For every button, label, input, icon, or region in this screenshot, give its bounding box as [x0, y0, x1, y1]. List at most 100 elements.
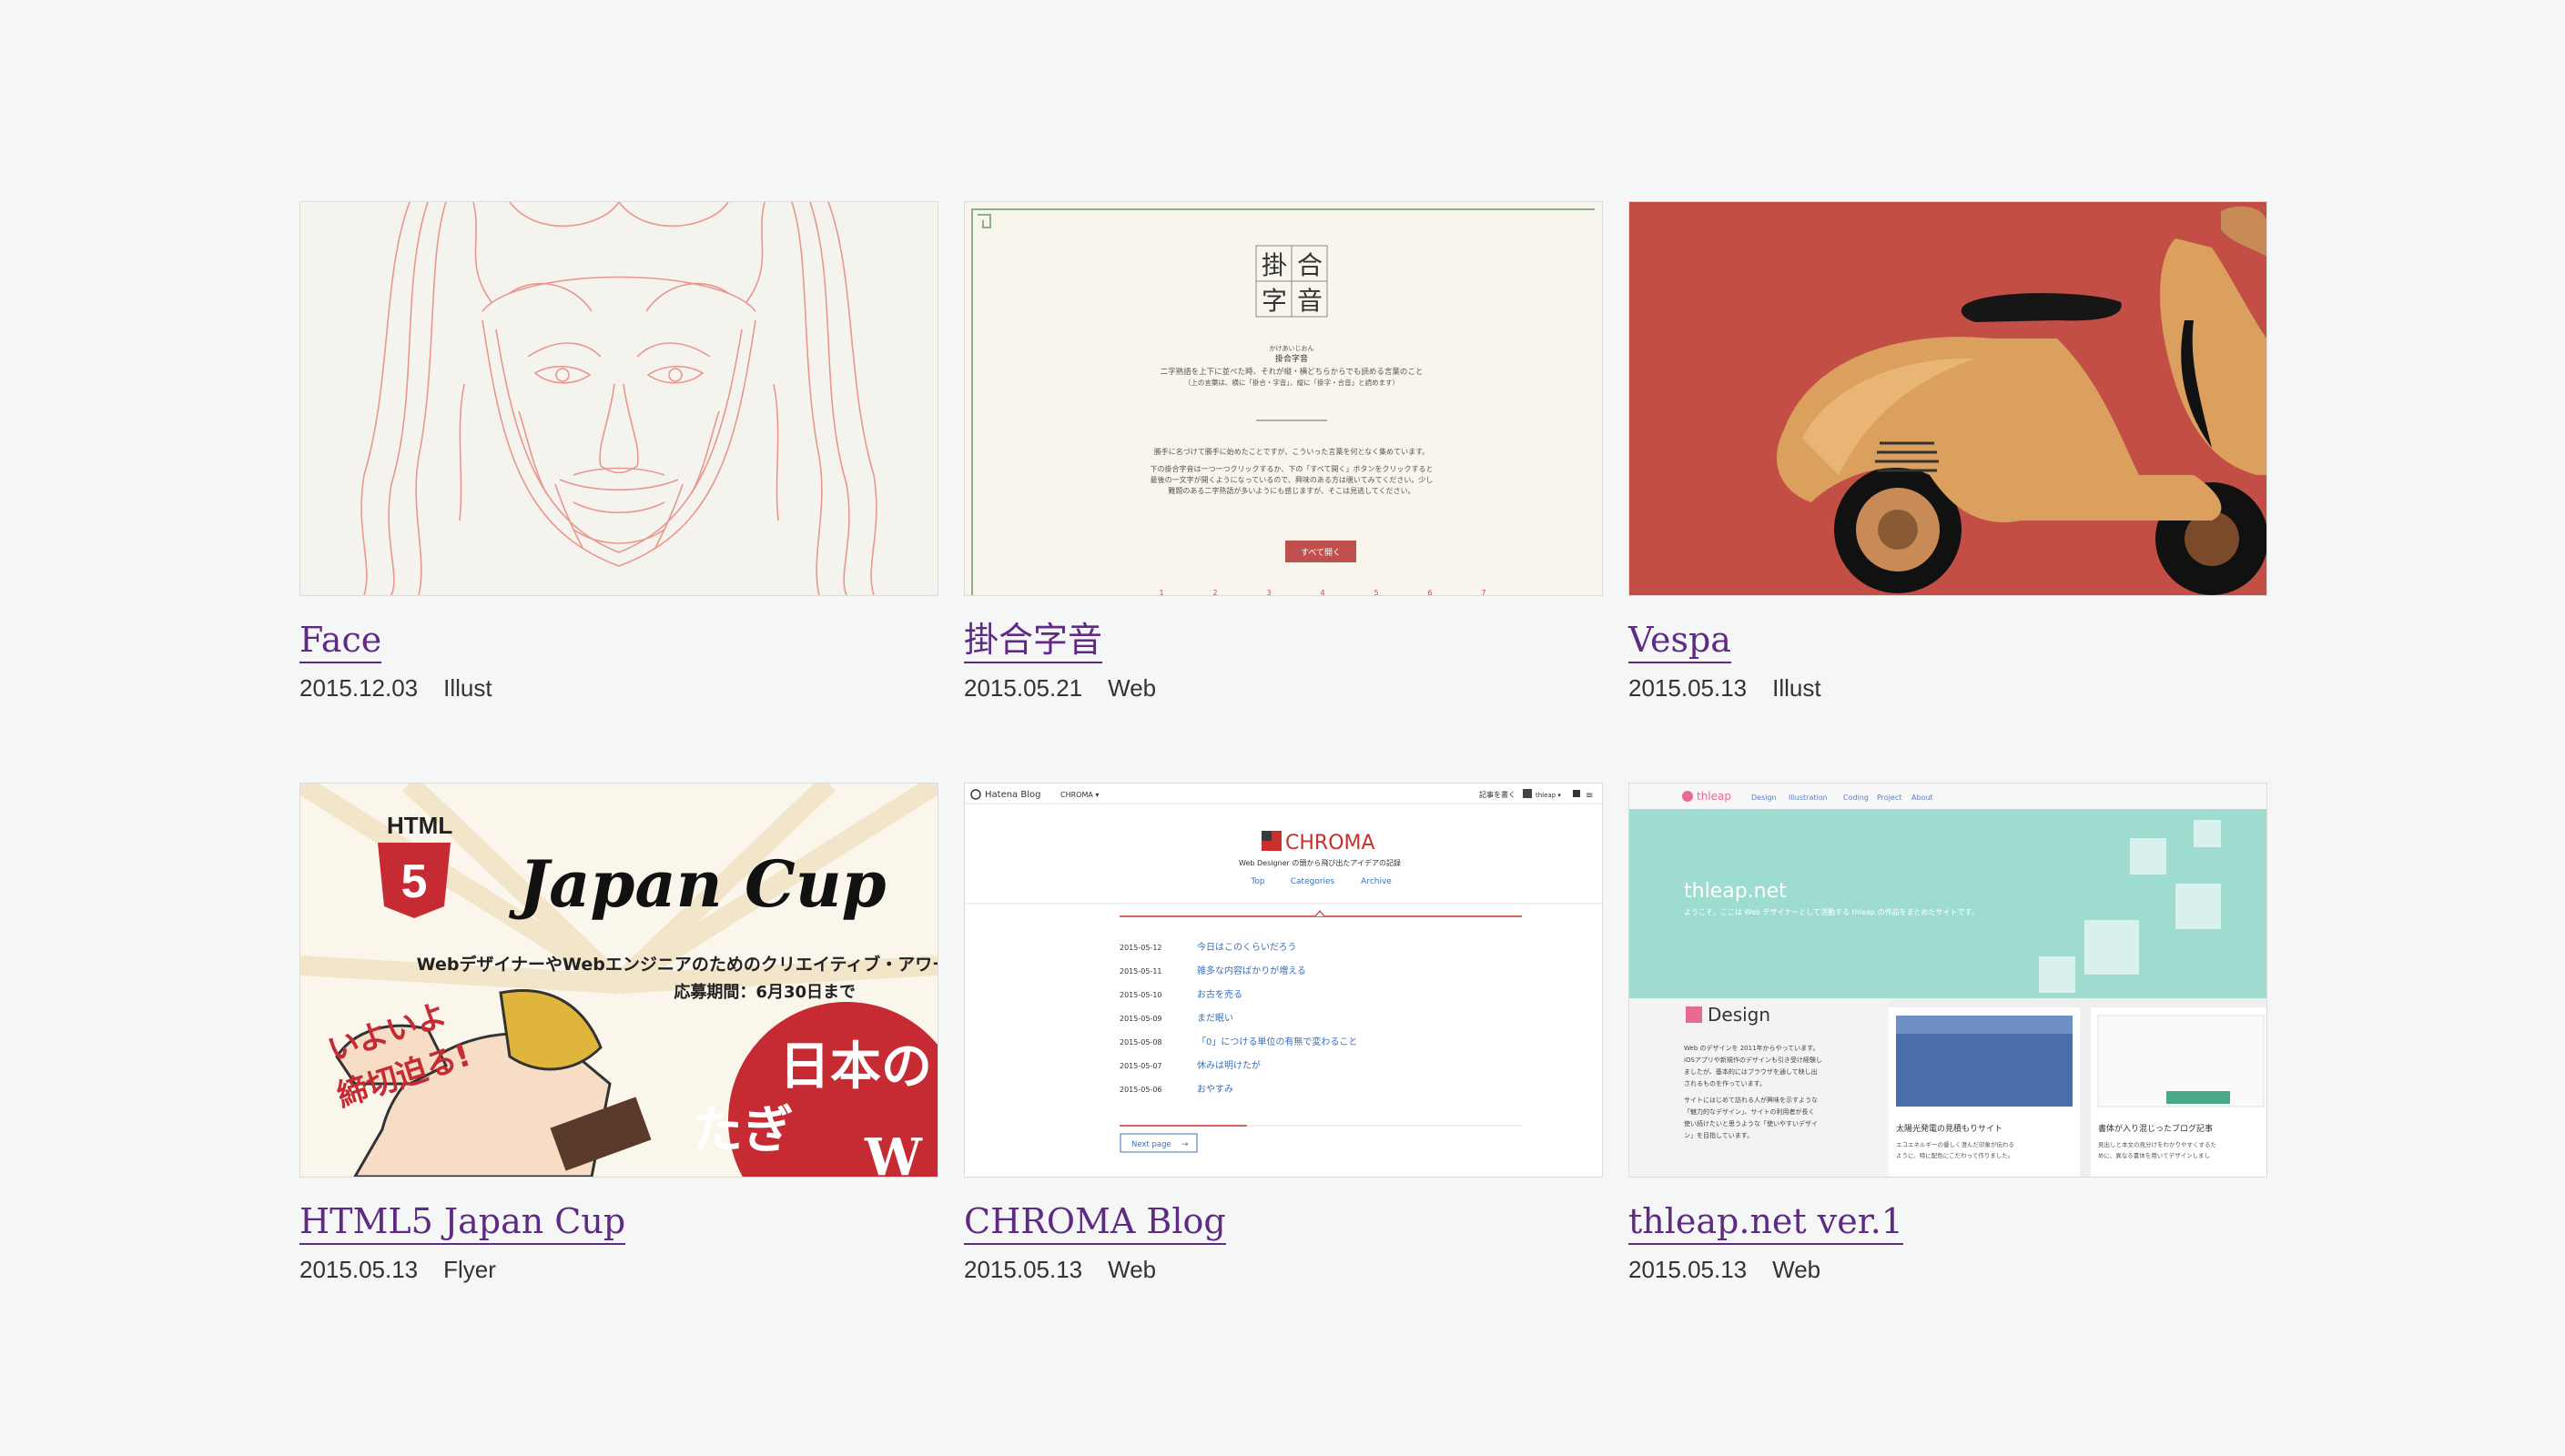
work-title[interactable]: CHROMA Blog	[964, 1199, 1226, 1245]
site-name: 掛合字音	[1275, 353, 1308, 364]
svg-text:記事を書く: 記事を書く	[1479, 790, 1516, 799]
svg-text:されるものを作っています。: されるものを作っています。	[1684, 1079, 1766, 1087]
logo-char: 掛	[1262, 250, 1287, 280]
work-card-face: Face 2015.12.03 Illust	[299, 201, 938, 703]
kakeai-site-screenshot: 掛 合 字 音 かけあいじおん 掛合字音 二字熟語を上下に並べた時、それが縦・横…	[971, 208, 1595, 595]
svg-text:Project: Project	[1877, 794, 1901, 802]
chroma-logo: CHROMA	[1285, 832, 1375, 854]
section-title: Design	[1708, 1004, 1770, 1026]
body-text: 難題のある二字熟語が多いようにも感じますが、そこは見逃してください。	[1168, 486, 1414, 495]
work-category[interactable]: Flyer	[443, 1256, 496, 1283]
work-date: 2015.05.21	[964, 674, 1083, 702]
svg-text:Next page: Next page	[1131, 1140, 1171, 1149]
body-text: 下の掛合字音は一つ一つクリックするか、下の「すべて開く」ボタンをクリックすると	[1151, 464, 1434, 473]
body-text: 勝手に名づけて勝手に始めたことですが、こういった言葉を何となく集めています。	[1154, 447, 1430, 456]
body-text: 最後の一文字が開くようになっているので、興味のある方は覗いてみてください。少し	[1151, 475, 1434, 484]
svg-text:Illustration: Illustration	[1789, 794, 1828, 802]
svg-text:Web のデザインを 2011年からやっています。: Web のデザインを 2011年からやっています。	[1684, 1044, 1819, 1052]
scooter-illustration	[1776, 206, 2266, 595]
work-category[interactable]: Web	[1772, 1256, 1820, 1283]
notification-icon	[1573, 790, 1580, 797]
work-meta: 2015.05.13 Flyer	[299, 1256, 938, 1284]
svg-text:「魅力的なデザイン」、サイトの利用者が長く: 「魅力的なデザイン」、サイトの利用者が長く	[1684, 1107, 1815, 1116]
svg-text:5: 5	[1374, 589, 1378, 595]
work-meta: 2015.05.13 Web	[964, 1256, 1603, 1284]
work-title[interactable]: thleap.net ver.1	[1628, 1199, 1903, 1245]
work-title[interactable]: Vespa	[1628, 618, 1731, 663]
post-link: 雑多な内容ばかりが増える	[1197, 965, 1306, 976]
svg-text:3: 3	[1266, 589, 1271, 595]
svg-text:Web Designer の頭から飛び出たアイデアの記録: Web Designer の頭から飛び出たアイデアの記録	[1239, 858, 1401, 867]
svg-text:2015-05-07: 2015-05-07	[1120, 1062, 1162, 1070]
svg-text:見出しと本文の見分けをわかりやすくするた: 見出しと本文の見分けをわかりやすくするた	[2098, 1140, 2216, 1148]
svg-text:ン」を目指しています。: ン」を目指しています。	[1684, 1131, 1753, 1139]
post-link: まだ眠い	[1197, 1013, 1233, 1024]
work-meta: 2015.12.03 Illust	[299, 674, 938, 703]
card-title: 太陽光発電の見積もりサイト	[1896, 1123, 2002, 1134]
work-title[interactable]: 掛合字音	[964, 618, 1103, 663]
logo-char: 字	[1262, 286, 1287, 316]
svg-text:5: 5	[401, 855, 428, 908]
nav-top: Top	[1250, 877, 1264, 886]
logo-char: 音	[1297, 286, 1323, 316]
svg-text:日本の: 日本の	[779, 1036, 932, 1097]
svg-text:thleap ▾: thleap ▾	[1536, 792, 1561, 799]
work-category[interactable]: Illust	[443, 674, 492, 702]
kakeai-thumbnail[interactable]: 掛 合 字 音 かけあいじおん 掛合字音 二字熟語を上下に並べた時、それが縦・横…	[964, 201, 1603, 596]
face-line-illustration	[360, 202, 877, 595]
svg-text:About: About	[1911, 794, 1933, 802]
japancup-thumbnail[interactable]: HTML 5 Japan Cup WebデザイナーやWebエンジニアのためのクリ…	[299, 783, 938, 1178]
svg-text:4: 4	[1320, 589, 1324, 595]
work-category[interactable]: Illust	[1772, 674, 1820, 702]
svg-text:iOSアプリや新規作のデザインも引き受け経験し: iOSアプリや新規作のデザインも引き受け経験し	[1684, 1056, 1822, 1064]
work-date: 2015.05.13	[964, 1256, 1083, 1283]
work-title[interactable]: HTML5 Japan Cup	[299, 1199, 626, 1245]
svg-text:7: 7	[1481, 589, 1485, 595]
face-thumbnail[interactable]	[299, 201, 938, 596]
hatena-logo-icon	[970, 789, 981, 800]
work-title[interactable]: Face	[299, 618, 382, 663]
chroma-site-screenshot: Hatena Blog CHROMA ▾ 記事を書く thleap ▾ ≡ CH…	[965, 789, 1602, 1153]
svg-text:2015-05-12: 2015-05-12	[1120, 944, 1162, 952]
post-link: お古を売る	[1197, 988, 1242, 1000]
html-label: HTML	[387, 812, 452, 839]
work-date: 2015.05.13	[299, 1256, 419, 1283]
svg-text:W: W	[864, 1127, 923, 1177]
description-note: （上の言葉は、横に「掛合・字音」、縦に「掛字・合音」と読めます）	[1184, 378, 1399, 387]
logo-char: 合	[1297, 250, 1323, 280]
svg-text:サイトにはじめて訪れる人が興味を示すような: サイトにはじめて訪れる人が興味を示すような	[1684, 1096, 1818, 1104]
svg-text:thleap: thleap	[1697, 790, 1731, 803]
work-meta: 2015.05.13 Illust	[1628, 674, 2267, 703]
card-title: 書体が入り混じったブログ記事	[2098, 1123, 2213, 1134]
work-date: 2015.05.13	[1628, 1256, 1748, 1283]
thleap-thumbnail[interactable]: thleap Design Illustration Coding Projec…	[1628, 783, 2267, 1178]
work-category[interactable]: Web	[1108, 674, 1156, 702]
work-card-kakeai: 掛 合 字 音 かけあいじおん 掛合字音 二字熟語を上下に並べた時、それが縦・横…	[964, 201, 1603, 703]
svg-text:2015-05-06: 2015-05-06	[1120, 1086, 1162, 1094]
svg-text:エコエネルギーの優しく澄んだ印象が伝わる: エコエネルギーの優しく澄んだ印象が伝わる	[1896, 1140, 2014, 1148]
svg-text:ようこそ。ここは Web デザイナーとして活動する thle: ようこそ。ここは Web デザイナーとして活動する thleap の作品をまとめ…	[1684, 907, 1979, 916]
description: 二字熟語を上下に並べた時、それが縦・横どちらからでも読める言葉のこと	[1161, 367, 1424, 377]
svg-text:CHROMA ▾: CHROMA ▾	[1060, 791, 1099, 799]
open-all-label: すべて開く	[1301, 548, 1341, 558]
japancup-flyer: HTML 5 Japan Cup WebデザイナーやWebエンジニアのためのクリ…	[300, 784, 938, 1177]
post-link: 今日はこのくらいだろう	[1197, 941, 1296, 953]
work-category[interactable]: Web	[1108, 1256, 1156, 1283]
svg-text:ように、特に配色にこだわって作りました。: ように、特に配色にこだわって作りました。	[1896, 1151, 2013, 1159]
svg-text:使い続けたいと思うような「使いやすいデザイ: 使い続けたいと思うような「使いやすいデザイ	[1684, 1119, 1818, 1127]
vespa-thumbnail[interactable]	[1628, 201, 2267, 596]
svg-text:2015-05-08: 2015-05-08	[1120, 1038, 1162, 1046]
svg-text:Design: Design	[1751, 794, 1777, 802]
hero-title: thleap.net	[1684, 880, 1787, 903]
svg-text:めに、異なる書体を用いてデザインしまし: めに、異なる書体を用いてデザインしまし	[2098, 1151, 2210, 1159]
arrow-right-icon: →	[1181, 1140, 1189, 1149]
works-grid: Face 2015.12.03 Illust 掛 合 字 音 かけあいじおん 掛…	[299, 201, 2267, 1284]
work-card-chroma-blog: Hatena Blog CHROMA ▾ 記事を書く thleap ▾ ≡ CH…	[964, 783, 1603, 1284]
work-meta: 2015.05.13 Web	[1628, 1256, 2267, 1284]
work-date: 2015.12.03	[299, 674, 419, 702]
post-link: おやすみ	[1197, 1084, 1233, 1095]
svg-text:ましたが、基本的にはブラウザを通して映し出: ましたが、基本的にはブラウザを通して映し出	[1684, 1067, 1818, 1076]
chroma-thumbnail[interactable]: Hatena Blog CHROMA ▾ 記事を書く thleap ▾ ≡ CH…	[964, 783, 1603, 1178]
design-section-icon	[1686, 1006, 1702, 1023]
svg-text:2015-05-11: 2015-05-11	[1120, 967, 1162, 976]
